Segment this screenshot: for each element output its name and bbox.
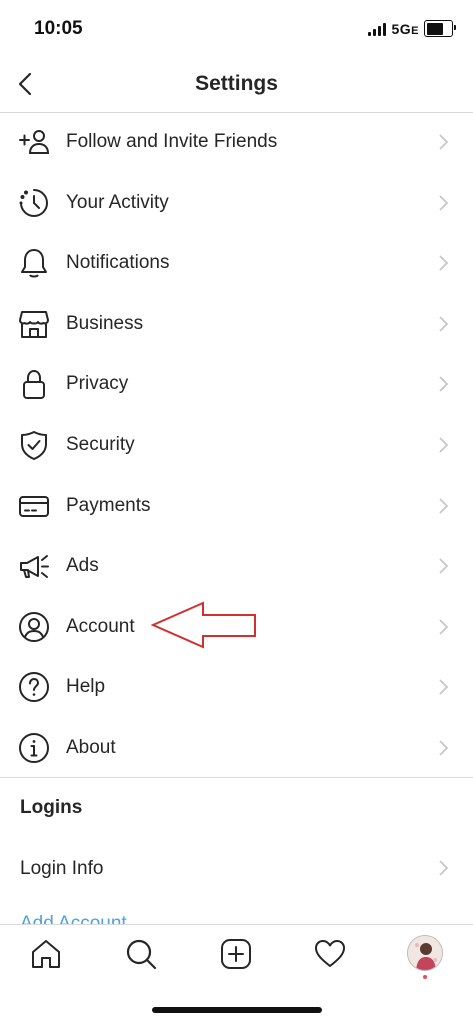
settings-item-login-info[interactable]: Login Info	[0, 838, 473, 898]
section-divider	[0, 777, 473, 778]
chevron-right-icon	[439, 437, 449, 453]
settings-item-follow-invite[interactable]: Follow and Invite Friends	[0, 112, 473, 173]
settings-item-label: Follow and Invite Friends	[66, 131, 278, 152]
settings-item-notifications[interactable]: Notifications	[0, 233, 473, 294]
settings-item-security[interactable]: Security	[0, 415, 473, 476]
info-icon	[19, 732, 49, 763]
status-time: 10:05	[34, 18, 83, 39]
status-indicators: 5GE	[368, 20, 456, 37]
card-icon	[19, 495, 49, 517]
bell-icon	[21, 249, 47, 278]
chevron-right-icon	[439, 860, 449, 876]
chevron-right-icon	[439, 497, 449, 514]
chevron-right-icon	[439, 679, 449, 695]
settings-item-business[interactable]: Business	[0, 294, 473, 355]
settings-item-about[interactable]: About	[0, 718, 473, 779]
settings-item-privacy[interactable]: Privacy	[0, 354, 473, 415]
signal-icon	[368, 22, 387, 36]
settings-item-label: Your Activity	[66, 191, 169, 213]
chevron-right-icon	[439, 619, 449, 635]
section-title-logins: Logins	[20, 797, 83, 818]
settings-item-label: Notifications	[66, 252, 170, 274]
profile-avatar[interactable]	[407, 935, 443, 971]
new-post-icon[interactable]	[219, 937, 253, 971]
settings-item-label: Account	[66, 615, 135, 637]
settings-item-help[interactable]: Help	[0, 657, 473, 718]
add-account-link[interactable]: Add Account	[20, 914, 127, 924]
settings-item-label: Privacy	[66, 373, 129, 395]
heart-icon[interactable]	[313, 937, 347, 971]
settings-item-ads[interactable]: Ads	[0, 536, 473, 597]
help-icon	[19, 672, 49, 703]
settings-list: Follow and Invite Friends Your Activity …	[0, 112, 473, 779]
settings-item-label: Business	[66, 312, 144, 334]
settings-item-label: Security	[66, 433, 135, 455]
annotation-arrow	[150, 601, 256, 649]
chevron-right-icon	[439, 558, 449, 574]
home-indicator	[152, 1007, 322, 1013]
chevron-right-icon	[439, 376, 449, 393]
page-title: Settings	[195, 72, 278, 95]
home-icon[interactable]	[29, 937, 63, 971]
settings-item-label: Payments	[66, 494, 151, 516]
settings-item-your-activity[interactable]: Your Activity	[0, 173, 473, 234]
account-icon	[19, 611, 49, 642]
nav-bar: Settings	[0, 58, 473, 113]
network-label: 5GE	[391, 20, 419, 37]
chevron-right-icon	[439, 194, 449, 211]
settings-item-label: Help	[66, 676, 106, 698]
settings-item-label: Login Info	[20, 858, 104, 879]
settings-item-label: Ads	[66, 555, 99, 577]
activity-clock-icon	[19, 188, 48, 217]
chevron-right-icon	[439, 740, 449, 756]
search-icon[interactable]	[124, 937, 158, 971]
chevron-right-icon	[439, 134, 449, 150]
settings-item-payments[interactable]: Payments	[0, 476, 473, 537]
chevron-right-icon	[439, 316, 449, 332]
lock-icon	[23, 370, 45, 400]
status-bar: 10:05 5GE	[0, 0, 473, 58]
storefront-icon	[19, 310, 49, 338]
notification-dot	[423, 975, 427, 979]
megaphone-icon	[20, 555, 49, 579]
add-person-icon	[19, 130, 50, 154]
avatar-image	[408, 936, 442, 970]
chevron-right-icon	[439, 255, 449, 271]
settings-item-label: About	[66, 736, 116, 758]
shield-icon	[21, 430, 47, 460]
battery-icon	[424, 20, 456, 37]
